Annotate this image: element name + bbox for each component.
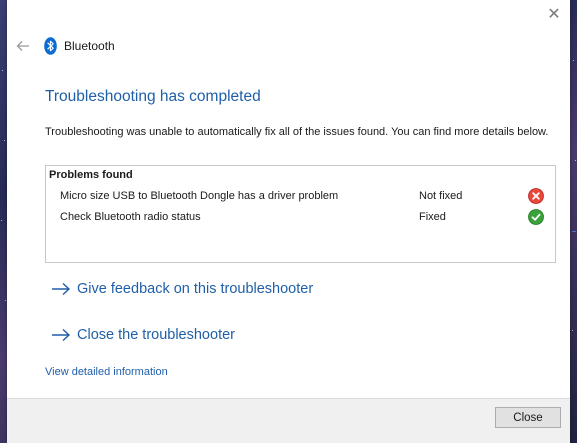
bluetooth-icon: [44, 37, 57, 55]
view-detailed-information-link[interactable]: View detailed information: [45, 366, 168, 378]
close-icon: ✕: [547, 6, 561, 23]
problems-header: Problems found: [49, 169, 133, 181]
background-star: [573, 60, 574, 61]
back-arrow-icon[interactable]: [15, 38, 31, 54]
desktop-edge-mark: [572, 231, 576, 232]
problems-panel: Problems found Micro size USB to Bluetoo…: [45, 165, 556, 263]
page-title: Troubleshooting has completed: [45, 88, 261, 105]
arrow-right-icon: [52, 282, 71, 296]
background-star: [5, 300, 6, 301]
give-feedback-link[interactable]: Give feedback on this troubleshooter: [51, 281, 313, 297]
close-troubleshooter-label: Close the troubleshooter: [77, 327, 235, 343]
problem-status: Fixed: [419, 211, 446, 223]
problem-description: Micro size USB to Bluetooth Dongle has a…: [60, 190, 339, 202]
background-star: [2, 70, 3, 71]
background-star: [575, 160, 576, 161]
window-title: Bluetooth: [64, 39, 115, 53]
check-icon: [528, 209, 544, 225]
background-star: [1, 220, 2, 221]
problem-row: Micro size USB to Bluetooth Dongle has a…: [46, 188, 555, 206]
background-star: [4, 140, 5, 141]
close-troubleshooter-link[interactable]: Close the troubleshooter: [51, 327, 235, 343]
problem-row: Check Bluetooth radio status Fixed: [46, 209, 555, 227]
background-star: [572, 330, 573, 331]
result-description: Troubleshooting was unable to automatica…: [45, 126, 549, 138]
arrow-right-icon: [52, 328, 71, 342]
window-close-button[interactable]: ✕: [546, 7, 562, 23]
give-feedback-label: Give feedback on this troubleshooter: [77, 281, 314, 297]
troubleshooter-dialog: ✕ Bluetooth Troubleshooting has complete…: [7, 0, 570, 443]
error-icon: [528, 188, 544, 204]
dialog-footer: Close: [7, 398, 570, 443]
problem-status: Not fixed: [419, 190, 463, 202]
problem-description: Check Bluetooth radio status: [60, 211, 201, 223]
close-button[interactable]: Close: [495, 407, 561, 428]
